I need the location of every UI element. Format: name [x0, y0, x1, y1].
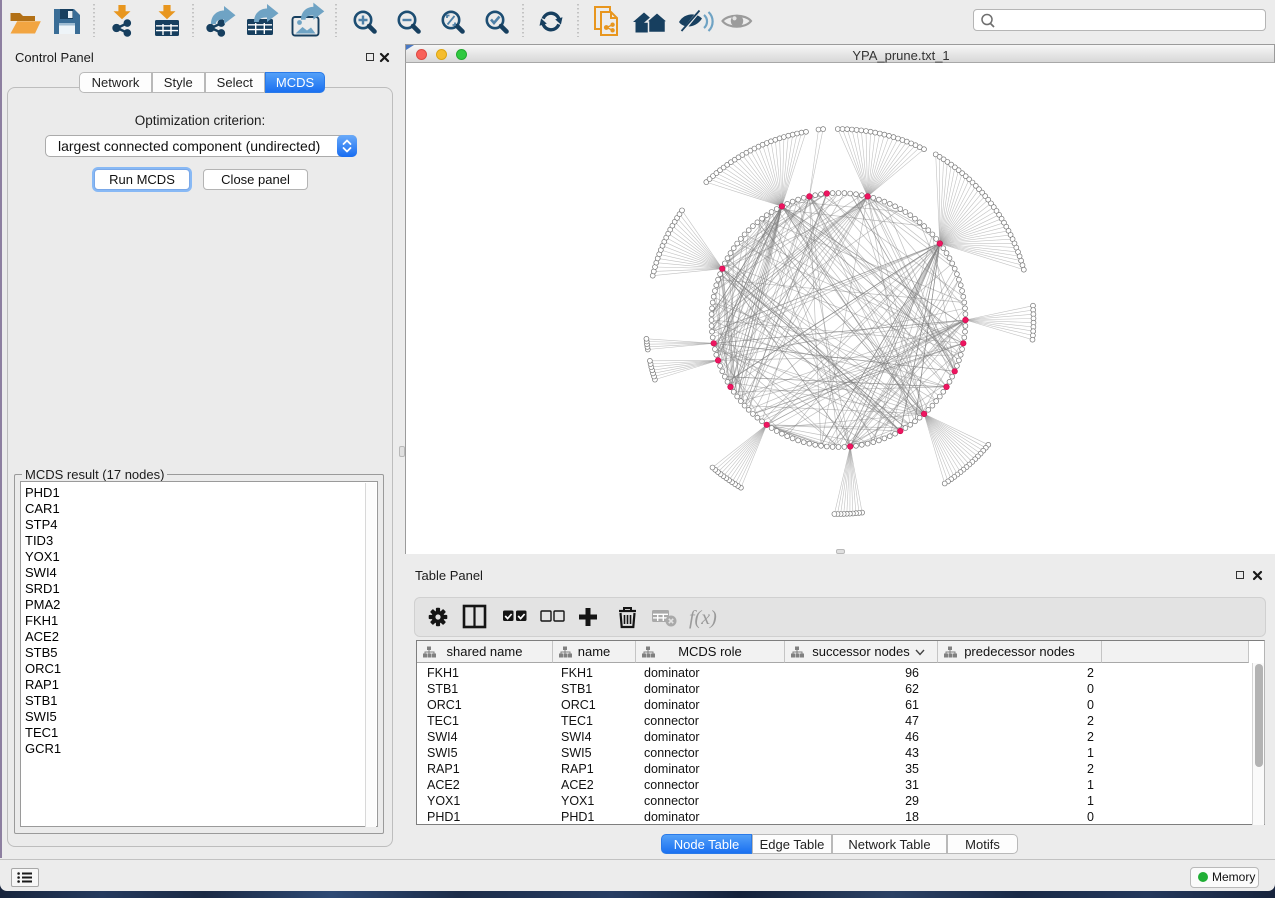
- svg-text:f(x): f(x): [689, 607, 717, 629]
